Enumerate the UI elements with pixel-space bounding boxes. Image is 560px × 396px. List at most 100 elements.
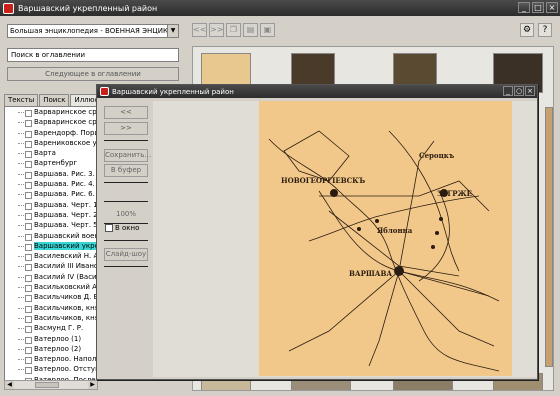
dialog-titlebar: Варшавский укрепленный район _ ○ ×	[97, 85, 537, 98]
maximize-button[interactable]: ○	[514, 86, 524, 96]
close-button[interactable]: ×	[525, 86, 535, 96]
list-item[interactable]: Васильковский А. С	[5, 282, 97, 293]
list-item[interactable]: Ватерлоо. Отступле	[5, 364, 97, 375]
list-item[interactable]: Ватерлоо. Наполео	[5, 354, 97, 365]
fort-marker	[435, 231, 439, 235]
list-item[interactable]: Варшавский укрепл	[5, 241, 97, 252]
next-page-button[interactable]: >>	[209, 23, 224, 37]
prev-image-button[interactable]: <<	[104, 106, 148, 119]
copy-to-clipboard-button[interactable]: В буфер	[104, 164, 148, 177]
slideshow-button[interactable]: Слайд-шоу	[104, 248, 148, 261]
scroll-right-icon[interactable]: ▶	[88, 381, 97, 389]
app-titlebar: Варшавский укрепленный район _ □ ×	[0, 0, 560, 16]
list-item-label: Варшава. Рис. 6. Пл	[34, 190, 97, 199]
list-item-label: Варшава. Рис. 4. В	[34, 180, 97, 189]
window-title: Варшавский укрепленный район	[18, 3, 158, 13]
close-button[interactable]: ×	[546, 2, 558, 13]
list-item[interactable]: Василий IV (Васили	[5, 272, 97, 283]
list-item[interactable]: Васмунд Г. Р.	[5, 323, 97, 334]
next-image-button[interactable]: >>	[104, 122, 148, 135]
list-item[interactable]: Варениковское укр	[5, 138, 97, 149]
app-icon	[100, 87, 109, 96]
left-tabs: Тексты Поиск Иллюст	[4, 94, 107, 106]
city-marker	[394, 266, 404, 276]
list-item[interactable]: Варшава. Рис. 3. Пл	[5, 169, 97, 180]
list-item[interactable]: Варшава. Черт. 5	[5, 220, 97, 231]
list-item[interactable]: Варта	[5, 148, 97, 159]
list-item-label: Васильковский А. С	[34, 283, 97, 292]
list-item-label: Варшавский военн	[34, 231, 97, 240]
maximize-button[interactable]: □	[532, 2, 544, 13]
settings-icon[interactable]: ⚙	[520, 23, 534, 37]
thumbnail-image[interactable]	[545, 107, 553, 367]
fort-marker	[439, 217, 443, 221]
map-drawing: НОВОГЕОРГІЕВСКЪ Сероцкъ ЗЕГРЖЕ Яблонна В…	[268, 130, 500, 372]
source-combo[interactable]: Большая энциклопедия - ВОЕННАЯ ЭНЦИКЛОПЕ…	[7, 24, 179, 38]
tab-texts[interactable]: Тексты	[4, 94, 39, 106]
list-item[interactable]: Варшава. Рис. 6. Пл	[5, 189, 97, 200]
print-icon[interactable]: ▤	[243, 23, 258, 37]
scroll-left-icon[interactable]: ◀	[5, 381, 14, 389]
save-button[interactable]: Сохранить...	[104, 149, 151, 162]
checkbox-box[interactable]	[105, 224, 113, 232]
minimize-button[interactable]: _	[518, 2, 530, 13]
list-item-label: Варшава. Черт. 5	[34, 221, 97, 230]
list-item[interactable]: Вартенбург	[5, 158, 97, 169]
horizontal-scrollbar[interactable]: ◀ ▶	[4, 380, 98, 390]
list-item[interactable]: Варшава. Рис. 4. В	[5, 179, 97, 190]
list-item[interactable]: Василевский Н. А.	[5, 251, 97, 262]
railway-line	[398, 140, 435, 272]
help-icon[interactable]: ?	[538, 23, 552, 37]
list-item[interactable]: Василий III Иванов	[5, 261, 97, 272]
river-line	[318, 190, 500, 302]
list-item-label: Васильчиков, князь	[34, 303, 97, 312]
map-label-zegrzhe: ЗЕГРЖЕ	[437, 189, 472, 198]
list-item-label: Василевский Н. А.	[34, 252, 97, 261]
list-item[interactable]: Васильчиков Д. В.	[5, 292, 97, 303]
chevron-down-icon[interactable]: ▼	[167, 25, 178, 37]
prev-page-button[interactable]: <<	[192, 23, 207, 37]
map-label-yablonna: Яблонна	[377, 226, 413, 235]
search-input[interactable]: Поиск в оглавлении	[7, 48, 179, 62]
fort-marker	[375, 219, 379, 223]
list-item[interactable]: Варшава. Черт. 2	[5, 210, 97, 221]
list-item-label: Васмунд Г. Р.	[34, 324, 84, 333]
copy-icon[interactable]: ❐	[226, 23, 241, 37]
scrollbar-thumb[interactable]	[35, 382, 59, 388]
minimize-button[interactable]: _	[503, 86, 513, 96]
list-item-label: Варшава. Черт. 2	[34, 210, 97, 219]
list-item-label: Варваринское сраж	[34, 118, 97, 127]
toc-list[interactable]: Варваринское сражВарваринское сражВаренд…	[4, 106, 98, 388]
divider	[104, 266, 148, 267]
railway-line	[398, 270, 490, 297]
list-item[interactable]: Варваринское сраж	[5, 107, 97, 118]
list-item[interactable]: Ватерлоо (2)	[5, 344, 97, 355]
fort-marker	[357, 227, 361, 231]
fit-window-label: В окно	[115, 224, 140, 232]
list-item-label: Варваринское сраж	[34, 108, 97, 116]
fortress-marker	[330, 189, 338, 197]
list-item[interactable]: Варшава. Черт. 1	[5, 200, 97, 210]
map-label-serock: Сероцкъ	[419, 151, 455, 160]
railway-line	[288, 270, 400, 352]
list-item[interactable]: Васильчиков, князь	[5, 303, 97, 313]
fit-window-checkbox[interactable]: В окно	[105, 224, 139, 232]
next-in-toc-button[interactable]: Следующее в оглавлении	[7, 67, 179, 81]
save-icon[interactable]: ▣	[260, 23, 275, 37]
list-item-label: Варта	[34, 149, 56, 158]
list-item[interactable]: Варендорф. Порш	[5, 128, 97, 138]
image-viewer-dialog: Варшавский укрепленный район _ ○ × << >>…	[96, 84, 538, 380]
tab-search[interactable]: Поиск	[39, 94, 70, 106]
map-label-warszawa: ВАРШАВА	[349, 269, 392, 278]
list-item-label: Ватерлоо. Отступле	[34, 365, 97, 374]
list-item[interactable]: Ватерлоо (1)	[5, 334, 97, 344]
railway-line	[368, 270, 400, 367]
list-item[interactable]: Варваринское сраж	[5, 117, 97, 128]
fort-marker	[431, 245, 435, 249]
app-icon	[3, 2, 14, 14]
river-line	[268, 138, 500, 372]
divider	[104, 182, 148, 183]
list-item-label: Вартенбург	[34, 159, 78, 168]
list-item[interactable]: Васильчиков, князь	[5, 313, 97, 324]
list-item[interactable]: Варшавский военн	[5, 231, 97, 241]
